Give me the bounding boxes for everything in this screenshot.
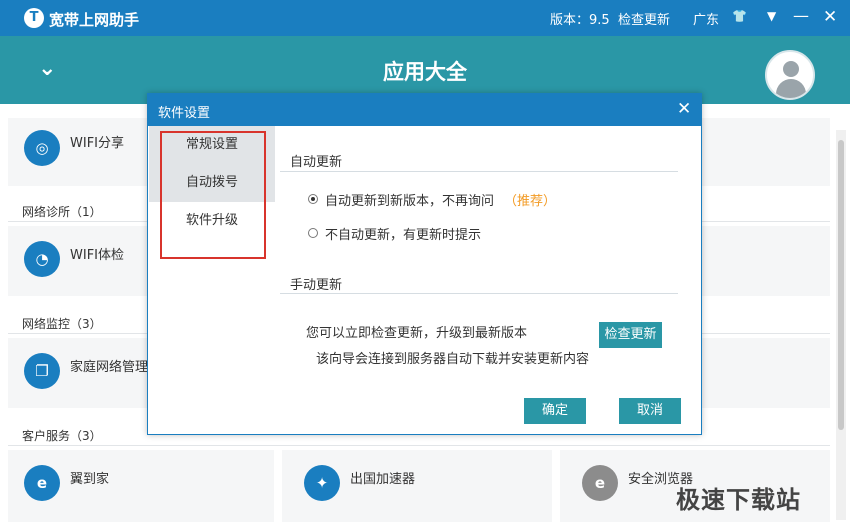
wifi-check-icon: ◔ xyxy=(24,241,60,277)
radio-auto-update[interactable] xyxy=(308,194,318,204)
recommend-badge: （推荐） xyxy=(504,194,557,209)
manual-update-line2: 该向导会连接到服务器自动下载并安装更新内容 xyxy=(316,352,590,367)
settings-dialog: 软件设置 ✕ 常规设置 自动拨号 软件升级 自动更新 自动更新到新版本，不再询问… xyxy=(147,93,702,435)
dialog-title: 软件设置 xyxy=(158,106,211,121)
manual-update-line1: 您可以立即检查更新，升级到最新版本 xyxy=(306,326,528,341)
section-title: 网络监控（3） xyxy=(22,317,102,331)
avatar-body xyxy=(776,79,806,98)
close-icon[interactable]: ✕ xyxy=(823,7,837,27)
title-bar: T 宽带上网助手 版本：9.5 检查更新 广东 👕 ▼ — ✕ xyxy=(0,0,850,36)
auto-update-title: 自动更新 xyxy=(290,155,343,170)
version-label: 版本：9.5 xyxy=(550,13,610,28)
ok-button[interactable]: 确定 xyxy=(524,398,586,424)
manual-update-title: 手动更新 xyxy=(290,278,343,293)
home-network-icon: ❐ xyxy=(24,353,60,389)
section-title: 网络诊所（1） xyxy=(22,205,102,219)
app-card-label: 出国加速器 xyxy=(350,472,416,487)
highlight-box xyxy=(160,131,266,259)
yi-home-icon: e xyxy=(24,465,60,501)
option-prompt-update-label: 不自动更新，有更新时提示 xyxy=(325,228,482,243)
group-divider xyxy=(280,171,678,172)
dialog-titlebar: 软件设置 ✕ xyxy=(148,94,701,126)
skin-icon[interactable]: 👕 xyxy=(732,9,747,23)
section-divider xyxy=(8,445,830,446)
app-card-label: WIFI体检 xyxy=(70,248,124,263)
group-divider xyxy=(280,293,678,294)
menu-dropdown-icon[interactable]: ▼ xyxy=(767,9,776,23)
dialog-close-icon[interactable]: ✕ xyxy=(677,99,691,119)
wifi-share-icon: ◎ xyxy=(24,130,60,166)
option-auto-update-label: 自动更新到新版本，不再询问 xyxy=(325,194,495,209)
avatar-head xyxy=(783,61,799,77)
watermark-text: 极速下载站 xyxy=(676,486,801,514)
radio-prompt-update[interactable] xyxy=(308,228,318,238)
app-card-label: 家庭网络管理 xyxy=(70,360,149,375)
check-update-link[interactable]: 检查更新 xyxy=(618,9,670,28)
page-title: 应用大全 xyxy=(383,60,467,84)
app-logo-icon: T xyxy=(24,8,44,28)
app-card-label: WIFI分享 xyxy=(70,136,124,151)
accelerator-icon: ✦ xyxy=(304,465,340,501)
avatar[interactable] xyxy=(765,50,815,100)
app-title: 宽带上网助手 xyxy=(49,11,140,29)
region-selector[interactable]: 广东 xyxy=(693,9,719,28)
section-title: 客户服务（3） xyxy=(22,429,102,443)
check-update-button[interactable]: 检查更新 xyxy=(599,322,662,348)
scrollbar-thumb[interactable] xyxy=(838,140,844,430)
browser-icon: e xyxy=(582,465,618,501)
app-card-label: 翼到家 xyxy=(70,472,110,487)
minimize-icon[interactable]: — xyxy=(793,6,809,25)
cancel-button[interactable]: 取消 xyxy=(619,398,681,424)
